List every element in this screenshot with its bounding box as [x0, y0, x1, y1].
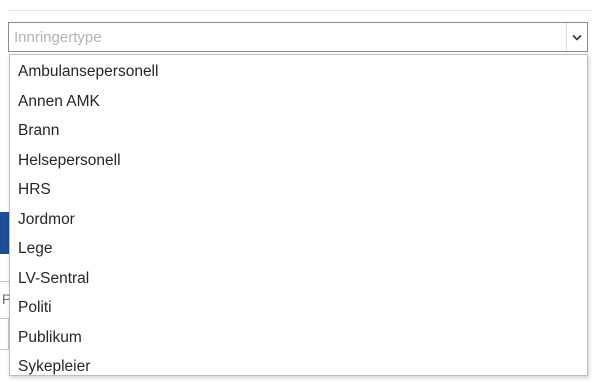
background-divider — [0, 281, 9, 282]
top-divider — [8, 10, 592, 11]
option-hrs[interactable]: HRS — [10, 175, 587, 205]
dropdown-toggle-button[interactable] — [566, 23, 587, 51]
option-lv-sentral[interactable]: LV-Sentral — [10, 264, 587, 294]
option-brann[interactable]: Brann — [10, 116, 587, 146]
option-jordmor[interactable]: Jordmor — [10, 205, 587, 235]
option-sykepleier[interactable]: Sykepleier — [10, 352, 587, 382]
option-politi[interactable]: Politi — [10, 293, 587, 323]
caller-type-dropdown-list: Ambulansepersonell Annen AMK Brann Helse… — [9, 54, 588, 376]
caller-type-placeholder: Innringertype — [14, 29, 102, 46]
option-helsepersonell[interactable]: Helsepersonell — [10, 146, 587, 176]
option-lege[interactable]: Lege — [10, 234, 587, 264]
option-publikum[interactable]: Publikum — [10, 323, 587, 353]
option-annen-amk[interactable]: Annen AMK — [10, 87, 587, 117]
background-field-fragment — [0, 318, 9, 350]
option-ambulansepersonell[interactable]: Ambulansepersonell — [10, 57, 587, 87]
caller-type-combobox[interactable]: Innringertype — [8, 22, 588, 52]
chevron-down-icon — [572, 34, 582, 41]
background-button-fragment — [0, 212, 9, 254]
